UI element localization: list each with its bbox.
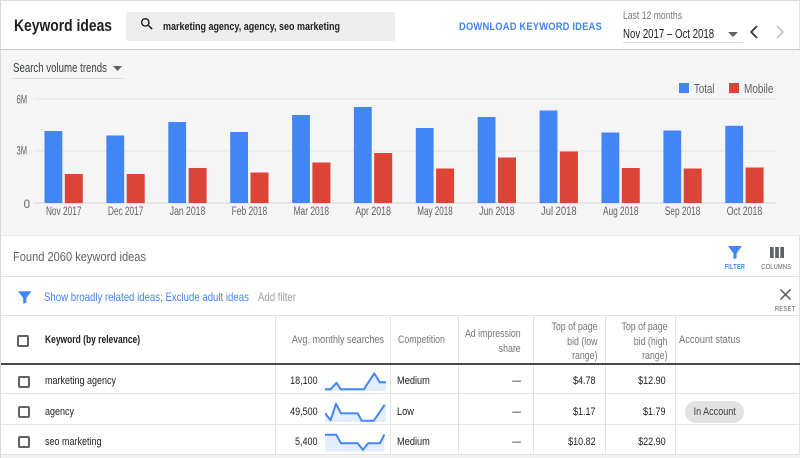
svg-text:Jul 2018: Jul 2018 [541,206,577,218]
svg-text:6M: 6M [17,95,28,107]
svg-text:Mar 2018: Mar 2018 [294,206,330,218]
svg-text:Feb 2018: Feb 2018 [232,206,268,218]
svg-text:Sep 2018: Sep 2018 [665,206,701,218]
svg-text:May 2018: May 2018 [417,206,453,218]
svg-text:Oct 2018: Oct 2018 [727,206,763,218]
svg-text:Jan 2018: Jan 2018 [170,206,206,218]
svg-text:Nov 2017: Nov 2017 [46,206,82,218]
svg-text:Dec 2017: Dec 2017 [108,206,144,218]
svg-text:Aug 2018: Aug 2018 [603,206,639,218]
svg-text:3M: 3M [17,146,28,158]
svg-text:0: 0 [24,199,30,211]
svg-text:Jun 2018: Jun 2018 [479,206,515,218]
svg-text:Apr 2018: Apr 2018 [355,206,391,218]
